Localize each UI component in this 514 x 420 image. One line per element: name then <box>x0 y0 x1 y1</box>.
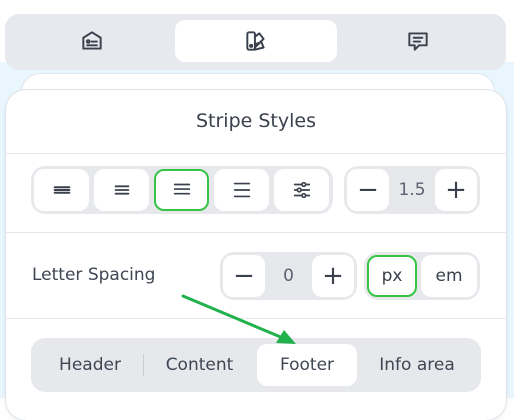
panel-title: Stripe Styles <box>195 110 316 132</box>
message-icon <box>408 32 428 51</box>
top-tab-bar <box>5 14 506 70</box>
align-center-button[interactable] <box>154 169 209 211</box>
alignment-group <box>31 166 333 214</box>
divider <box>6 232 506 233</box>
decrement-button[interactable]: − <box>347 169 389 211</box>
tab-separator <box>143 354 144 376</box>
letter-spacing-value: 0 <box>283 266 294 286</box>
sliders-icon <box>293 181 310 199</box>
tab-card[interactable] <box>11 20 173 62</box>
tab-info-area[interactable]: Info area <box>361 344 473 386</box>
increment-button[interactable]: + <box>435 169 477 211</box>
color-swatch-icon <box>246 31 265 51</box>
line-height-value: 1.5 <box>398 180 426 200</box>
tab-styles[interactable] <box>175 20 337 62</box>
letter-spacing-label: Letter Spacing <box>32 265 156 285</box>
section-tabs: Header Content Footer Info area <box>31 338 481 392</box>
tab-content[interactable]: Content <box>146 344 253 386</box>
align-right-icon <box>233 182 250 198</box>
unit-px-button[interactable]: px <box>367 255 417 297</box>
tab-header[interactable]: Header <box>39 344 141 386</box>
letter-spacing-stepper: − 0 + <box>220 252 357 300</box>
divider <box>6 153 506 154</box>
align-left-icon <box>114 185 129 195</box>
align-center-icon <box>173 183 190 195</box>
tab-footer[interactable]: Footer <box>257 344 357 386</box>
align-full-icon <box>53 186 70 194</box>
tab-messages[interactable] <box>337 20 499 62</box>
decrement-button[interactable]: − <box>223 255 265 297</box>
tag-card-icon <box>82 31 102 50</box>
align-right-button[interactable] <box>214 169 269 211</box>
align-left-button[interactable] <box>94 169 149 211</box>
unit-toggle: px em <box>364 252 480 300</box>
unit-em-button[interactable]: em <box>421 255 477 297</box>
divider <box>6 318 506 319</box>
sliders-button[interactable] <box>274 169 329 211</box>
increment-button[interactable]: + <box>312 255 354 297</box>
line-height-stepper: − 1.5 + <box>344 166 480 214</box>
align-full-button[interactable] <box>34 169 89 211</box>
